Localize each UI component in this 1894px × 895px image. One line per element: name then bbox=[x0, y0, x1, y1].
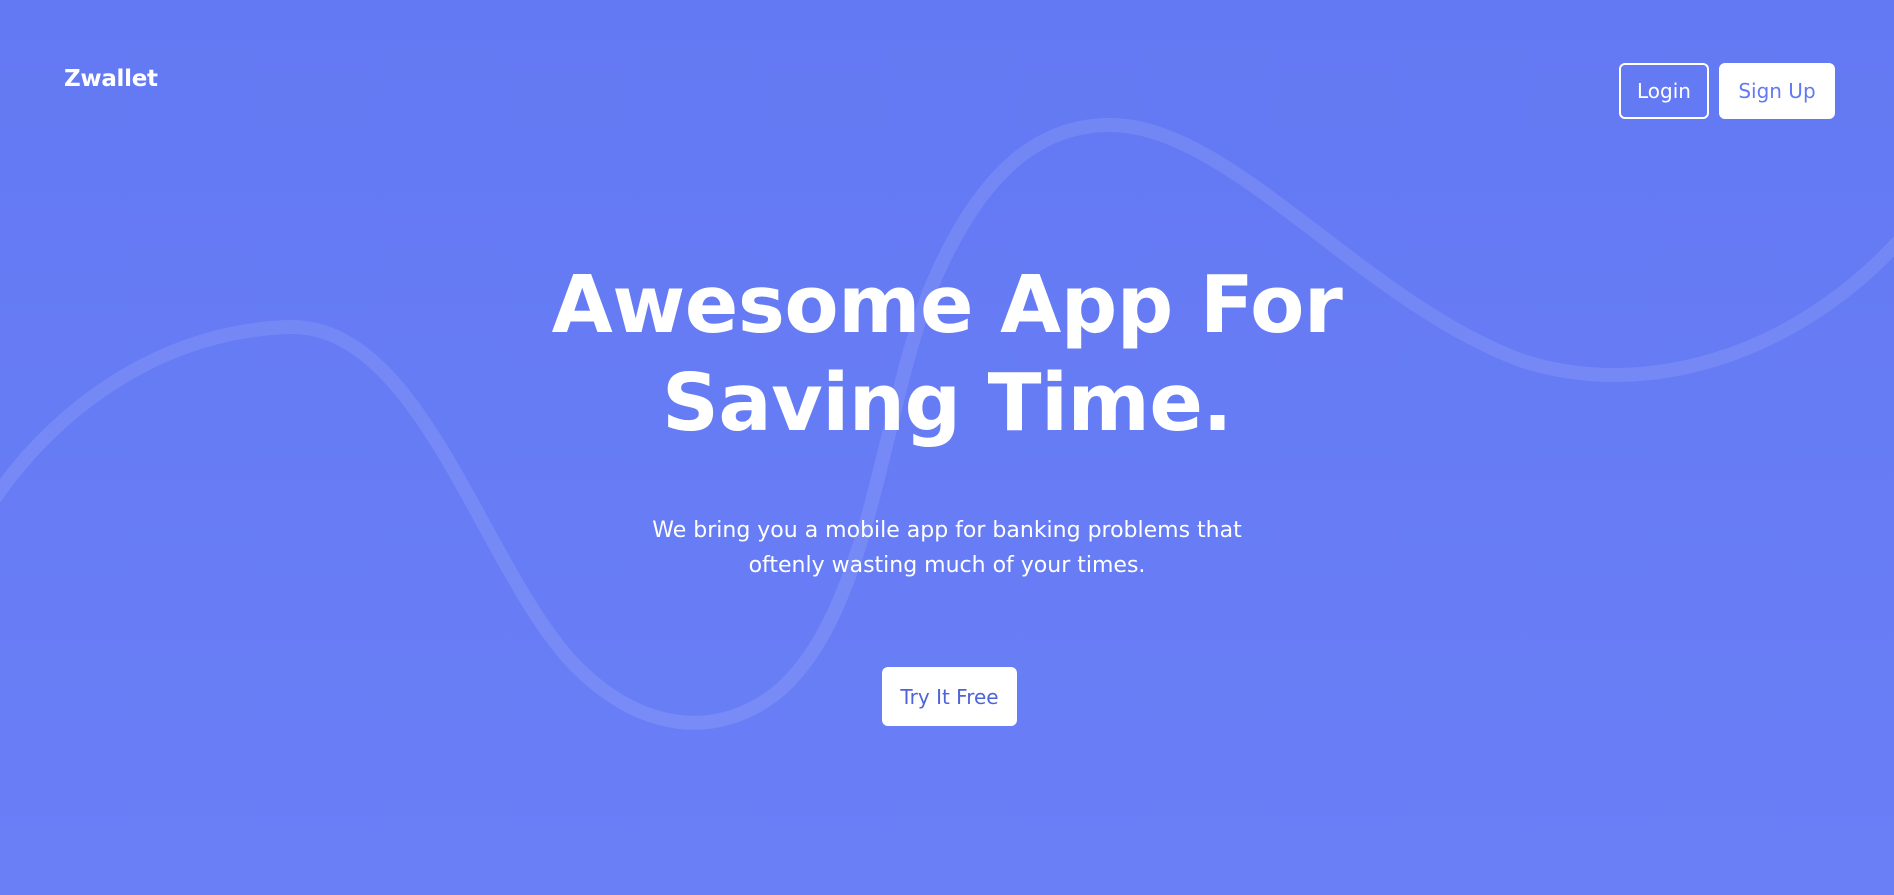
hero-title-line-1: Awesome App For bbox=[551, 259, 1343, 351]
signup-button[interactable]: Sign Up bbox=[1719, 63, 1835, 119]
login-button[interactable]: Login bbox=[1619, 63, 1709, 119]
hero-subtitle-line-1: We bring you a mobile app for banking pr… bbox=[652, 518, 1242, 543]
brand-logo[interactable]: Zwallet bbox=[64, 66, 158, 92]
header-actions: Login Sign Up bbox=[1619, 63, 1835, 119]
hero-title-line-2: Saving Time. bbox=[662, 357, 1232, 449]
hero-subtitle-line-2: oftenly wasting much of your times. bbox=[748, 553, 1146, 578]
try-it-free-button[interactable]: Try It Free bbox=[882, 667, 1017, 726]
hero-title: Awesome App For Saving Time. bbox=[0, 256, 1894, 452]
hero-subtitle: We bring you a mobile app for banking pr… bbox=[647, 513, 1247, 583]
